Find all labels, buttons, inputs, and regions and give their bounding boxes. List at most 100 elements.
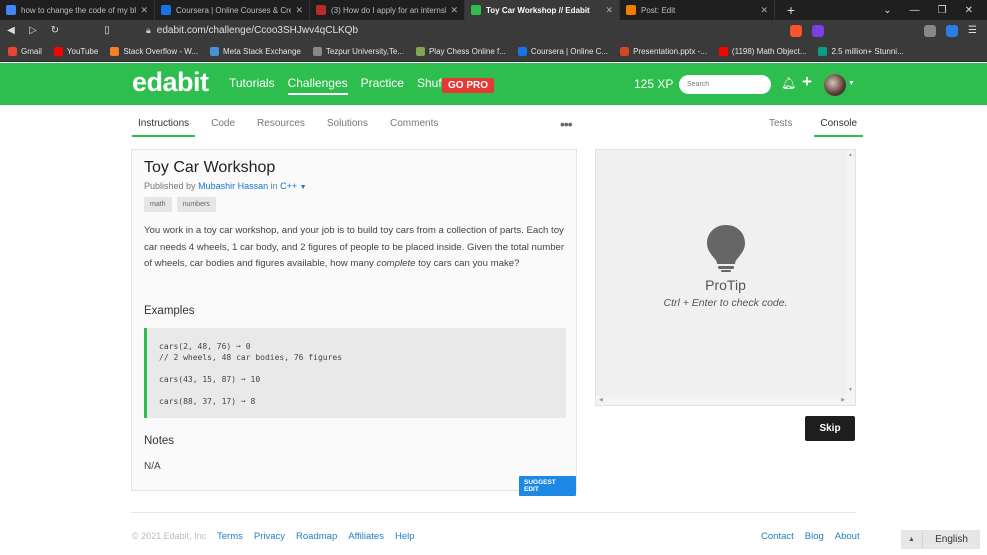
bookmark-chess[interactable]: Play Chess Online f... bbox=[415, 46, 506, 56]
coursera-icon bbox=[161, 5, 171, 15]
footer-link-terms[interactable]: Terms bbox=[217, 531, 243, 542]
wallet-icon[interactable] bbox=[924, 24, 937, 37]
brave-rewards-icon[interactable] bbox=[812, 24, 825, 37]
menu-icon[interactable]: ☰ bbox=[968, 25, 977, 36]
new-tab-button[interactable]: + bbox=[779, 0, 803, 20]
tab-comments[interactable]: Comments bbox=[384, 115, 444, 137]
avatar[interactable] bbox=[824, 74, 846, 96]
tab-code[interactable]: Code bbox=[205, 115, 241, 137]
reload-icon[interactable]: ↻ bbox=[44, 25, 66, 36]
scroll-down-icon[interactable]: ▼ bbox=[848, 387, 853, 393]
instructions-panel: Toy Car Workshop Published by Mubashir H… bbox=[131, 149, 577, 496]
footer-link-roadmap[interactable]: Roadmap bbox=[296, 531, 337, 542]
bookmark-math-object[interactable]: (1198) Math Object... bbox=[718, 46, 806, 56]
bookmark-gmail[interactable]: Gmail bbox=[8, 46, 42, 56]
bell-icon[interactable]: 🔔︎ bbox=[781, 76, 796, 90]
blogger-icon bbox=[626, 5, 636, 15]
language-selector[interactable]: ▲ English bbox=[901, 530, 980, 549]
browser-tab-active[interactable]: Toy Car Workshop // Edabit ✕ bbox=[465, 0, 620, 20]
code-line: // 2 wheels, 48 car bodies, 76 figures bbox=[159, 353, 343, 362]
suggest-edit-button[interactable]: SUGGEST EDIT bbox=[519, 476, 576, 496]
footer-divider bbox=[131, 512, 856, 513]
plus-icon[interactable]: + bbox=[802, 72, 812, 92]
more-options-icon[interactable]: ••• bbox=[560, 116, 573, 132]
notes-heading: Notes bbox=[144, 435, 175, 447]
forward-icon[interactable]: ▷ bbox=[22, 25, 44, 36]
bookmark-tezpur[interactable]: Tezpur University,Te... bbox=[312, 46, 404, 56]
tag-math[interactable]: math bbox=[144, 197, 172, 212]
footer-link-privacy[interactable]: Privacy bbox=[254, 531, 285, 542]
tag-list: math numbers bbox=[144, 197, 216, 212]
bookmark-pexels[interactable]: 2.5 million+ Stunni... bbox=[818, 46, 904, 56]
horizontal-scrollbar[interactable]: ◀ ▶ bbox=[596, 396, 855, 405]
site-header: edabit Tutorials Challenges Practice Shu… bbox=[0, 63, 987, 105]
protip-title: ProTip bbox=[705, 277, 746, 293]
caret-down-icon: ▼ bbox=[299, 184, 307, 191]
back-icon[interactable]: ◀ bbox=[0, 25, 22, 36]
examples-heading: Examples bbox=[144, 305, 195, 317]
chevron-down-icon[interactable]: ▼ bbox=[848, 80, 855, 87]
close-window-icon[interactable]: ✕ bbox=[965, 5, 973, 16]
browser-tab[interactable]: Post: Edit ✕ bbox=[620, 0, 775, 20]
edabit-icon bbox=[471, 5, 481, 15]
edabit-logo[interactable]: edabit bbox=[132, 67, 209, 98]
browser-tab[interactable]: how to change the code of my blog p✕ bbox=[0, 0, 155, 20]
footer-link-help[interactable]: Help bbox=[395, 531, 415, 542]
nav-tutorials[interactable]: Tutorials bbox=[229, 76, 275, 95]
go-pro-button[interactable]: GO PRO bbox=[442, 78, 495, 93]
bookmark-presentation[interactable]: Presentation.pptx -... bbox=[620, 46, 707, 56]
extensions-area: ☰ bbox=[790, 20, 977, 41]
tab-search-icon[interactable]: ⌄ bbox=[883, 5, 891, 16]
footer-link-contact[interactable]: Contact bbox=[761, 531, 794, 542]
bookmark-youtube[interactable]: YouTube bbox=[53, 46, 98, 56]
minimize-icon[interactable]: — bbox=[910, 5, 920, 16]
search-input[interactable] bbox=[679, 75, 771, 94]
nav-practice[interactable]: Practice bbox=[361, 76, 404, 95]
maximize-icon[interactable]: ❐ bbox=[938, 5, 947, 16]
browser-tab[interactable]: Coursera | Online Courses & Credentia✕ bbox=[155, 0, 310, 20]
vertical-scrollbar[interactable]: ▲ ▼ bbox=[847, 150, 855, 405]
bookmark-coursera[interactable]: Coursera | Online C... bbox=[517, 46, 608, 56]
scroll-up-icon[interactable]: ▲ bbox=[848, 152, 853, 158]
footer-link-affiliates[interactable]: Affiliates bbox=[348, 531, 384, 542]
right-tabs: Tests Console bbox=[763, 115, 864, 137]
bookmark-meta-stack[interactable]: Meta Stack Exchange bbox=[210, 46, 301, 56]
footer-link-blog[interactable]: Blog bbox=[805, 531, 824, 542]
tab-console[interactable]: Console bbox=[814, 115, 864, 137]
address-bar: ◀ ▷ ↻ ▯ 🔒︎ edabit.com/challenge/Ccoo3SHJ… bbox=[0, 20, 987, 41]
main-nav: Tutorials Challenges Practice Shuffle bbox=[229, 76, 454, 95]
window-controls: ⌄ — ❐ ✕ bbox=[883, 0, 987, 20]
skip-button[interactable]: Skip bbox=[805, 416, 855, 441]
tab-solutions[interactable]: Solutions bbox=[321, 115, 374, 137]
footer-links-left: Terms Privacy Roadmap Affiliates Help bbox=[217, 531, 415, 542]
close-icon[interactable]: ✕ bbox=[140, 5, 148, 16]
close-icon[interactable]: ✕ bbox=[295, 5, 303, 16]
extension-icon[interactable] bbox=[946, 24, 959, 37]
lightbulb-icon bbox=[707, 225, 745, 272]
scroll-left-icon[interactable]: ◀ bbox=[599, 397, 603, 403]
browser-tab-strip: how to change the code of my blog p✕ Cou… bbox=[0, 0, 987, 20]
brave-shield-icon[interactable] bbox=[790, 24, 803, 37]
tab-resources[interactable]: Resources bbox=[251, 115, 311, 137]
bookmark-icon[interactable]: ▯ bbox=[96, 25, 118, 36]
stackexchange-icon bbox=[210, 46, 220, 56]
copyright: © 2021 Edabit, Inc bbox=[132, 531, 207, 541]
tab-instructions[interactable]: Instructions bbox=[132, 115, 196, 137]
nav-challenges[interactable]: Challenges bbox=[287, 76, 348, 95]
close-icon[interactable]: ✕ bbox=[605, 5, 613, 16]
language-dropdown[interactable]: C++ ▼ bbox=[280, 181, 306, 191]
published-by: Published by Mubashir Hassan in C++ ▼ bbox=[144, 181, 307, 191]
bookmark-stackoverflow[interactable]: Stack Overflow - W... bbox=[110, 46, 198, 56]
close-icon[interactable]: ✕ bbox=[760, 5, 768, 16]
url-field[interactable]: 🔒︎ edabit.com/challenge/Ccoo3SHJwv4qCLKQ… bbox=[146, 25, 358, 36]
code-line: cars(2, 48, 76) ➞ 0 bbox=[159, 342, 251, 351]
tab-tests[interactable]: Tests bbox=[763, 115, 798, 137]
browser-tab[interactable]: (3) How do I apply for an internship at✕ bbox=[310, 0, 465, 20]
scroll-right-icon[interactable]: ▶ bbox=[841, 397, 845, 403]
footer-link-about[interactable]: About bbox=[835, 531, 860, 542]
tag-numbers[interactable]: numbers bbox=[176, 197, 216, 212]
close-icon[interactable]: ✕ bbox=[450, 5, 458, 16]
author-link[interactable]: Mubashir Hassan bbox=[198, 181, 268, 191]
